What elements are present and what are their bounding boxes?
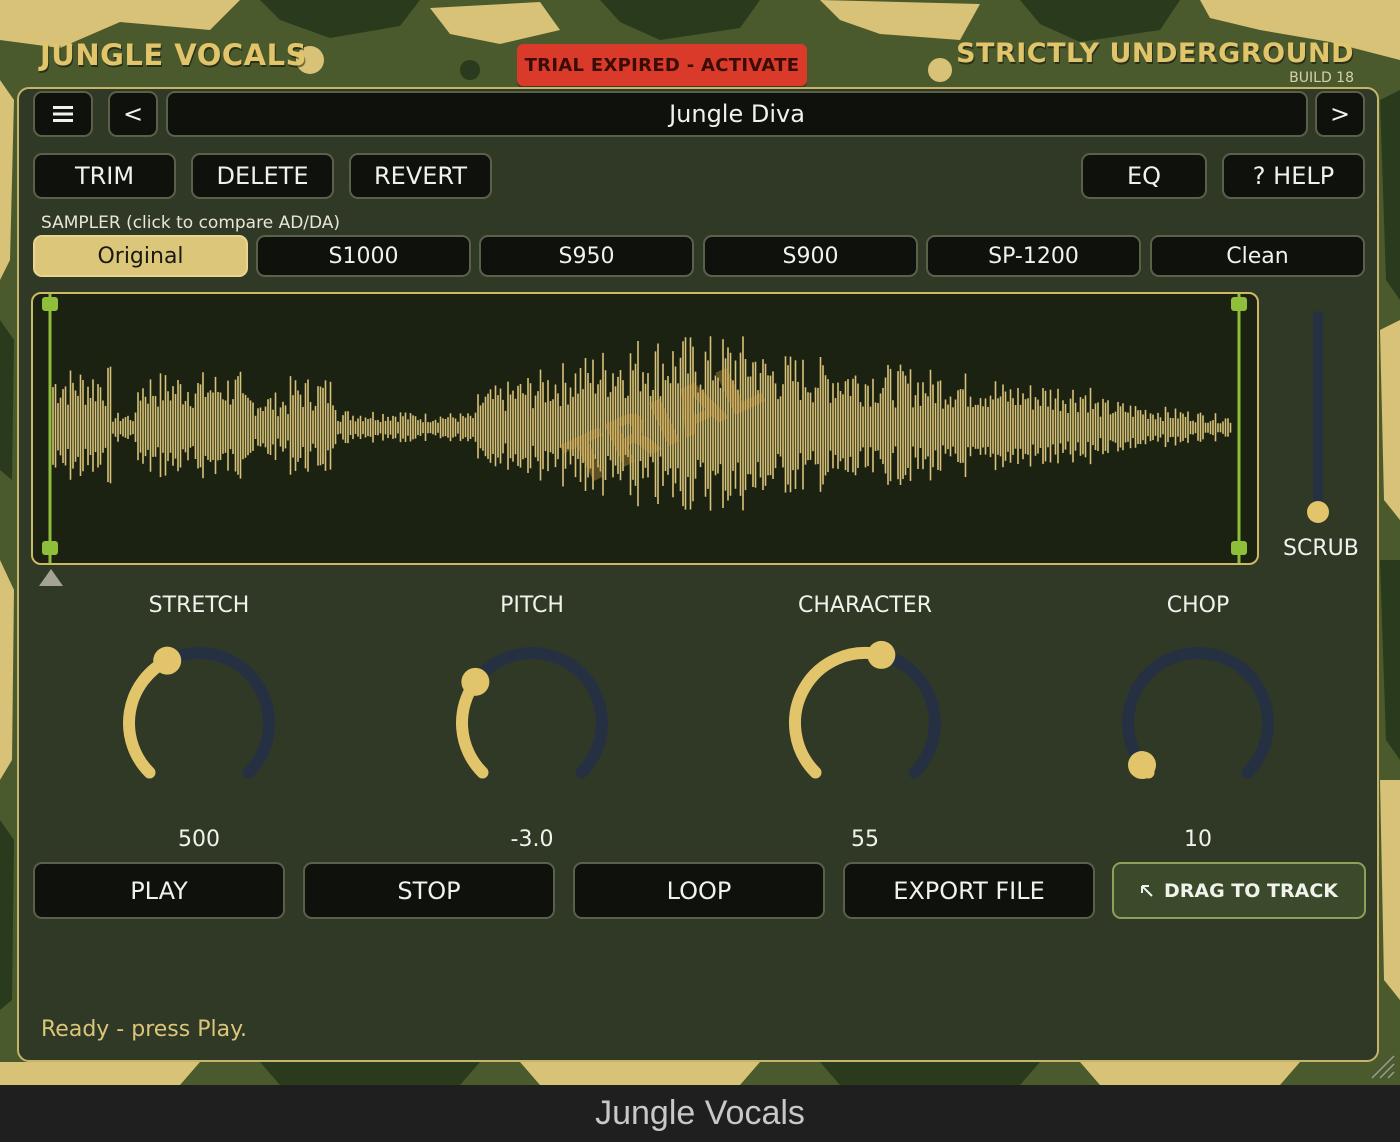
knob-handle[interactable] xyxy=(867,640,896,669)
end-marker-handle[interactable] xyxy=(1231,297,1247,311)
waveform-display[interactable]: TRIAL xyxy=(31,292,1259,565)
pitch-knob[interactable] xyxy=(442,633,622,813)
revert-button[interactable]: REVERT xyxy=(349,153,492,199)
knob-fill xyxy=(123,654,174,779)
stretch-knob[interactable] xyxy=(109,633,289,813)
stretch-value[interactable]: 500 xyxy=(89,827,309,852)
sampler-s1000[interactable]: S1000 xyxy=(256,235,471,277)
chop-knob-block: CHOP 10 xyxy=(1088,593,1308,853)
stretch-knob-block: STRETCH 500 xyxy=(89,593,309,853)
stretch-label: STRETCH xyxy=(148,593,250,618)
knob-handle[interactable] xyxy=(461,667,490,696)
brand-tagline: STRICTLY UNDERGROUND xyxy=(956,38,1354,69)
sampler-label: SAMPLER (click to compare AD/DA) xyxy=(41,213,341,233)
knob-handle[interactable] xyxy=(153,646,182,675)
drag-arrow-icon xyxy=(1140,884,1153,897)
character-knob[interactable] xyxy=(775,633,955,813)
menu-button[interactable] xyxy=(33,91,93,137)
character-knob-block: CHARACTER 55 xyxy=(755,593,975,853)
knob-fill xyxy=(789,647,888,779)
sampler-s900[interactable]: S900 xyxy=(703,235,918,277)
end-marker-handle[interactable] xyxy=(1231,541,1247,555)
pitch-value[interactable]: -3.0 xyxy=(422,827,642,852)
preset-name[interactable]: Jungle Diva xyxy=(166,91,1308,137)
loop-button[interactable]: LOOP xyxy=(573,862,825,919)
resize-grip-icon[interactable] xyxy=(1366,1050,1396,1080)
help-button[interactable]: ? HELP xyxy=(1222,153,1365,199)
sampler-original[interactable]: Original xyxy=(33,235,248,277)
build-number: BUILD 18 xyxy=(1289,70,1354,86)
activate-button[interactable]: TRIAL EXPIRED - ACTIVATE xyxy=(517,44,807,86)
export-file-button[interactable]: EXPORT FILE xyxy=(843,862,1095,919)
chop-knob[interactable] xyxy=(1108,633,1288,813)
scrub-slider[interactable] xyxy=(1313,311,1323,511)
playhead-marker[interactable] xyxy=(39,569,63,586)
chop-value[interactable]: 10 xyxy=(1088,827,1308,852)
start-marker-handle[interactable] xyxy=(42,297,58,311)
brand-title: JUNGLE VOCALS xyxy=(40,38,307,72)
start-marker-handle[interactable] xyxy=(42,541,58,555)
character-value[interactable]: 55 xyxy=(755,827,975,852)
scrub-handle[interactable] xyxy=(1307,501,1329,523)
eq-button[interactable]: EQ xyxy=(1081,153,1207,199)
drag-to-track-label: DRAG TO TRACK xyxy=(1163,879,1338,902)
play-button[interactable]: PLAY xyxy=(33,862,285,919)
status-text: Ready - press Play. xyxy=(41,1017,247,1042)
delete-button[interactable]: DELETE xyxy=(191,153,334,199)
scrub-label: SCRUB xyxy=(1283,536,1359,561)
drag-to-track-button[interactable]: DRAG TO TRACK xyxy=(1112,862,1366,919)
stop-button[interactable]: STOP xyxy=(303,862,555,919)
next-preset-button[interactable]: > xyxy=(1315,91,1365,137)
sampler-s950[interactable]: S950 xyxy=(479,235,694,277)
sampler-sp1200[interactable]: SP-1200 xyxy=(926,235,1141,277)
trim-button[interactable]: TRIM xyxy=(33,153,176,199)
character-label: CHARACTER xyxy=(798,593,932,618)
sampler-clean[interactable]: Clean xyxy=(1150,235,1365,277)
window-footer: Jungle Vocals xyxy=(0,1085,1400,1142)
plugin-panel: < Jungle Diva > TRIM DELETE REVERT EQ ? … xyxy=(17,87,1379,1062)
pitch-label: PITCH xyxy=(500,593,564,618)
knob-handle[interactable] xyxy=(1128,751,1157,780)
chop-label: CHOP xyxy=(1166,593,1230,618)
prev-preset-button[interactable]: < xyxy=(108,91,158,137)
window-title: Jungle Vocals xyxy=(595,1094,805,1132)
hamburger-icon xyxy=(53,106,73,122)
pitch-knob-block: PITCH -3.0 xyxy=(422,593,642,853)
